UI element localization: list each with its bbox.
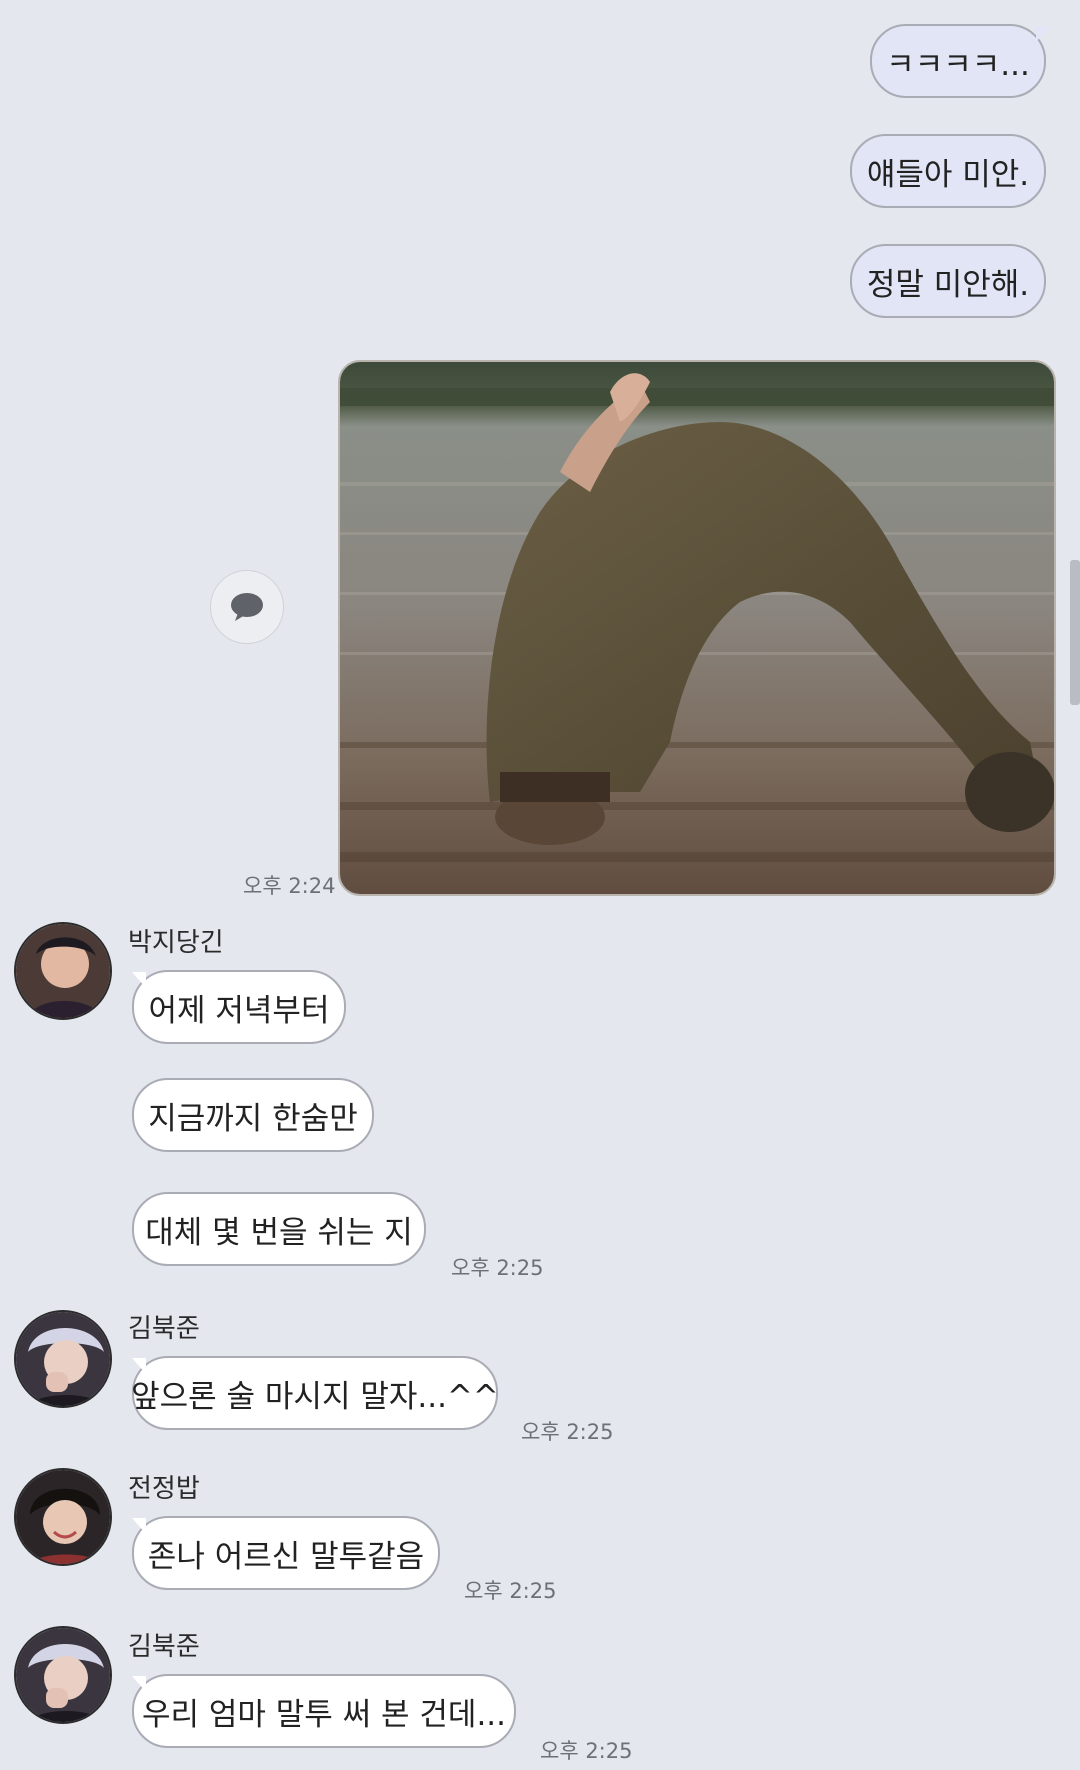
- sender-name: 박지당긴: [128, 928, 224, 958]
- outgoing-message[interactable]: 정말 미안해.: [850, 244, 1046, 318]
- incoming-message[interactable]: 우리 엄마 말투 써 본 건데...: [132, 1674, 516, 1748]
- sender-name: 김북준: [128, 1314, 200, 1344]
- message-time: 오후 2:25: [451, 1256, 544, 1280]
- message-text: 대체 몇 번을 쉬는 지: [145, 1214, 413, 1251]
- message-text: ㅋㅋㅋㅋ...: [886, 46, 1030, 83]
- message-time: 오후 2:25: [540, 1739, 633, 1763]
- message-time: 오후 2:25: [521, 1420, 614, 1444]
- speech-bubble-icon: [231, 593, 263, 621]
- bubble-tail: [132, 972, 146, 988]
- reply-button[interactable]: [210, 570, 284, 644]
- profile-photo-icon: [16, 924, 110, 1018]
- message-time: 오후 2:24: [243, 874, 336, 898]
- message-text: 존나 어르신 말투같음: [147, 1538, 425, 1575]
- message-text: 앞으론 술 마시지 말자...^^: [131, 1378, 499, 1415]
- message-time: 오후 2:25: [464, 1579, 557, 1603]
- message-text: 우리 엄마 말투 써 본 건데...: [141, 1696, 507, 1733]
- incoming-message[interactable]: 지금까지 한숨만: [132, 1078, 374, 1152]
- photo-message[interactable]: [338, 360, 1056, 896]
- message-text: 지금까지 한숨만: [148, 1100, 358, 1137]
- avatar[interactable]: [14, 1468, 112, 1566]
- bubble-tail: [132, 1518, 146, 1534]
- avatar[interactable]: [14, 922, 112, 1020]
- outgoing-message[interactable]: ㅋㅋㅋㅋ...: [870, 24, 1046, 98]
- profile-photo-icon: [16, 1628, 110, 1722]
- sender-name: 전정밥: [128, 1474, 200, 1504]
- bubble-tail: [1036, 26, 1050, 42]
- profile-photo-icon: [16, 1312, 110, 1406]
- incoming-message[interactable]: 대체 몇 번을 쉬는 지: [132, 1192, 426, 1266]
- message-text: 어제 저녁부터: [148, 992, 330, 1029]
- incoming-message[interactable]: 어제 저녁부터: [132, 970, 346, 1044]
- bubble-tail: [132, 1676, 146, 1692]
- message-text: 정말 미안해.: [866, 266, 1030, 303]
- incoming-message[interactable]: 존나 어르신 말투같음: [132, 1516, 440, 1590]
- incoming-message[interactable]: 앞으론 술 마시지 말자...^^: [131, 1356, 499, 1430]
- message-text: 얘들아 미안.: [866, 156, 1030, 193]
- outgoing-message[interactable]: 얘들아 미안.: [850, 134, 1046, 208]
- scrollbar[interactable]: [1070, 560, 1080, 705]
- avatar[interactable]: [14, 1310, 112, 1408]
- bubble-tail: [132, 1358, 146, 1374]
- mud-photo-image: [340, 362, 1054, 894]
- sender-name: 김북준: [128, 1632, 200, 1662]
- profile-photo-icon: [16, 1470, 110, 1564]
- avatar[interactable]: [14, 1626, 112, 1724]
